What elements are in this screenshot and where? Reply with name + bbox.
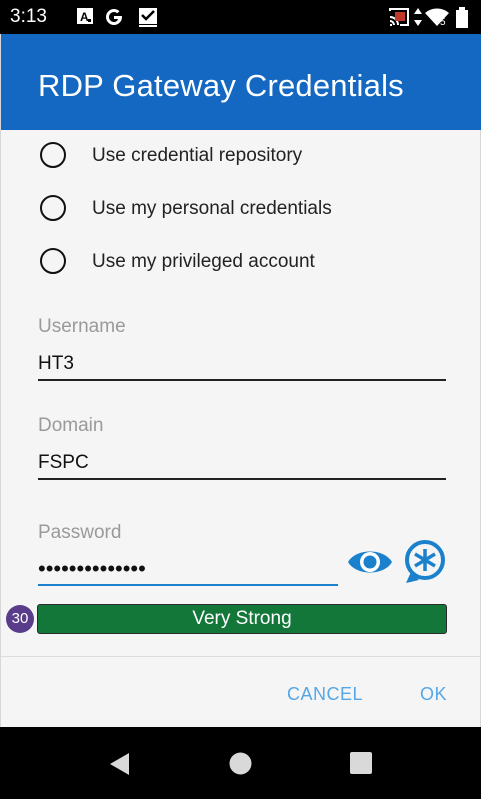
password-field[interactable]: •••••••••••••• xyxy=(38,558,146,580)
username-label: Username xyxy=(38,316,126,337)
navigation-bar xyxy=(0,727,481,799)
domain-field[interactable]: FSPC xyxy=(38,452,89,474)
option-personal-credentials[interactable]: Use my personal credentials xyxy=(38,190,438,230)
password-underline xyxy=(38,584,338,586)
cast-icon xyxy=(389,8,409,26)
wifi-icon xyxy=(425,8,449,26)
back-icon[interactable] xyxy=(108,752,132,776)
recents-icon[interactable] xyxy=(350,752,372,774)
battery-icon xyxy=(456,7,468,28)
username-field[interactable]: HT3 xyxy=(38,353,74,375)
cancel-button[interactable]: CANCEL xyxy=(287,684,363,705)
checkbox-notification-icon xyxy=(139,8,157,27)
dialog-title: RDP Gateway Credentials xyxy=(38,68,404,103)
ok-button[interactable]: OK xyxy=(420,684,447,705)
radio-button[interactable] xyxy=(40,248,66,274)
password-label: Password xyxy=(38,522,122,543)
status-bar: 3:13 A 5 xyxy=(0,0,481,34)
wifi-badge: 5 xyxy=(440,17,446,28)
radio-button[interactable] xyxy=(40,142,66,168)
text-notification-icon: A xyxy=(77,8,93,24)
generate-password-icon[interactable] xyxy=(402,539,448,585)
svg-text:A: A xyxy=(80,10,89,24)
radio-button[interactable] xyxy=(40,195,66,221)
show-password-eye-icon[interactable] xyxy=(346,544,394,580)
option-credential-repository[interactable]: Use credential repository xyxy=(38,137,438,177)
home-icon[interactable] xyxy=(229,752,252,775)
status-time: 3:13 xyxy=(10,6,47,27)
domain-underline xyxy=(38,478,446,480)
dialog-divider xyxy=(1,656,481,657)
option-label: Use my personal credentials xyxy=(92,198,332,219)
option-label: Use credential repository xyxy=(92,145,303,166)
dialog-header: RDP Gateway Credentials xyxy=(1,34,481,130)
credentials-dialog: RDP Gateway Credentials Use credential r… xyxy=(0,34,481,727)
google-icon xyxy=(106,9,122,25)
username-underline xyxy=(38,379,446,381)
data-arrows-icon xyxy=(414,8,422,26)
domain-label: Domain xyxy=(38,415,104,436)
option-label: Use my privileged account xyxy=(92,251,315,272)
strength-score-badge: 30 xyxy=(6,605,34,633)
password-strength-meter: Very Strong xyxy=(37,604,447,634)
option-privileged-account[interactable]: Use my privileged account xyxy=(38,243,438,283)
